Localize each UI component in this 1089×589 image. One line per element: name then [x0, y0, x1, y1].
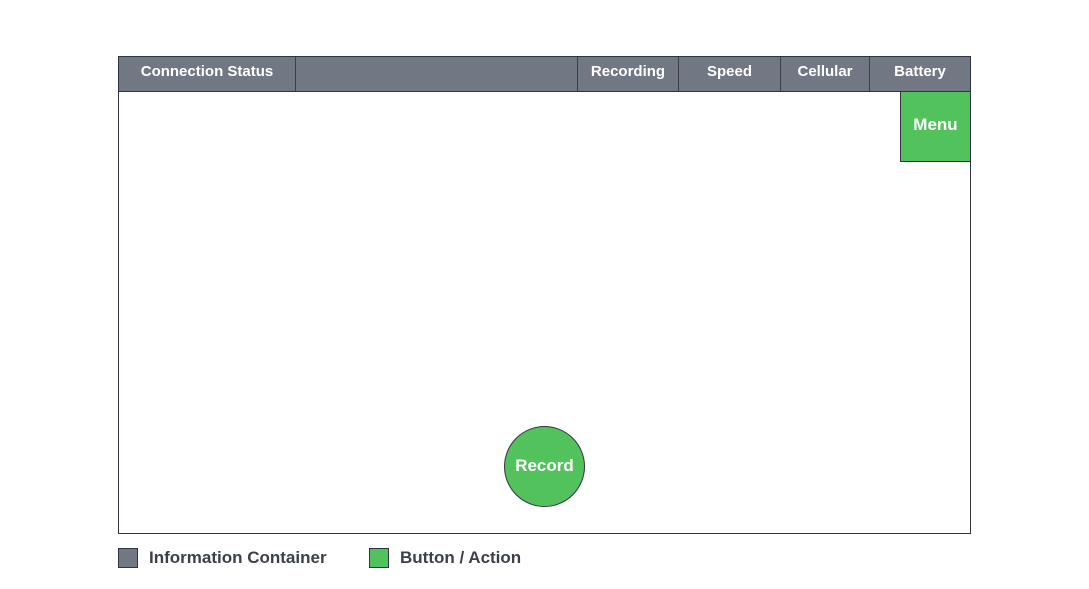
menu-button[interactable]: Menu — [900, 92, 970, 162]
battery-cell: Battery — [894, 63, 946, 80]
status-bar: Connection Status Recording Speed Cellul… — [119, 57, 970, 92]
legend-label-button: Button / Action — [400, 548, 522, 567]
speed-cell: Speed — [679, 57, 781, 91]
wireframe-canvas: Connection Status Recording Speed Cellul… — [0, 0, 1089, 589]
legend-swatch-info — [118, 548, 138, 568]
legend-label-info: Information Container — [149, 548, 327, 567]
recording-status-cell: Recording — [578, 57, 679, 91]
legend-swatch-button — [369, 548, 389, 568]
cellular-cell: Cellular — [781, 57, 870, 91]
connection-status-cell: Connection Status — [119, 57, 296, 91]
empty-info-cell — [296, 57, 578, 91]
app-screen: Connection Status Recording Speed Cellul… — [118, 56, 971, 534]
record-button[interactable]: Record — [504, 426, 585, 507]
